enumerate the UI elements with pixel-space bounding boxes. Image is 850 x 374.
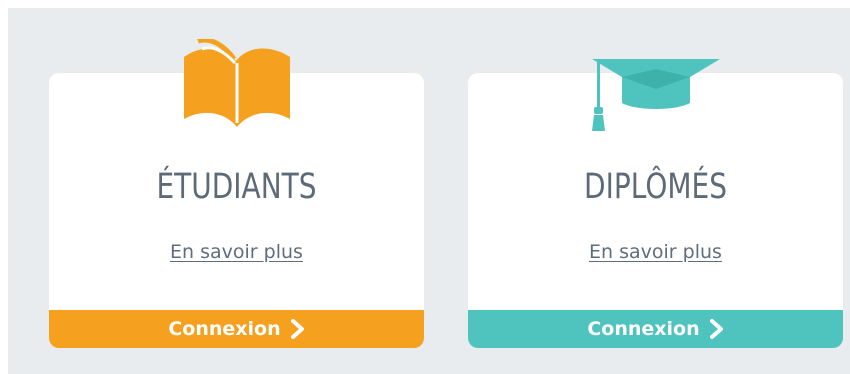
- students-card: ÉTUDIANTS En savoir plus Connexion: [49, 39, 424, 348]
- login-button[interactable]: Connexion: [468, 310, 843, 348]
- learn-more-label[interactable]: En savoir plus: [170, 241, 303, 263]
- card-title: DIPLÔMÉS: [584, 167, 727, 207]
- chevron-right-icon: [290, 319, 305, 339]
- learn-more-label[interactable]: En savoir plus: [589, 241, 722, 263]
- chevron-right-icon: [709, 319, 724, 339]
- graduates-card: DIPLÔMÉS En savoir plus Connexion: [468, 59, 843, 348]
- portal-panel: ÉTUDIANTS En savoir plus Connexion DIPLÔ…: [8, 8, 850, 374]
- login-button[interactable]: Connexion: [49, 310, 424, 348]
- login-button-label: Connexion: [587, 318, 700, 340]
- learn-more-link[interactable]: En savoir plus: [49, 240, 424, 264]
- learn-more-link[interactable]: En savoir plus: [468, 240, 843, 264]
- open-book-icon: [180, 39, 294, 129]
- card-title: ÉTUDIANTS: [156, 167, 317, 207]
- graduation-cap-icon: [590, 55, 722, 133]
- login-button-label: Connexion: [168, 318, 281, 340]
